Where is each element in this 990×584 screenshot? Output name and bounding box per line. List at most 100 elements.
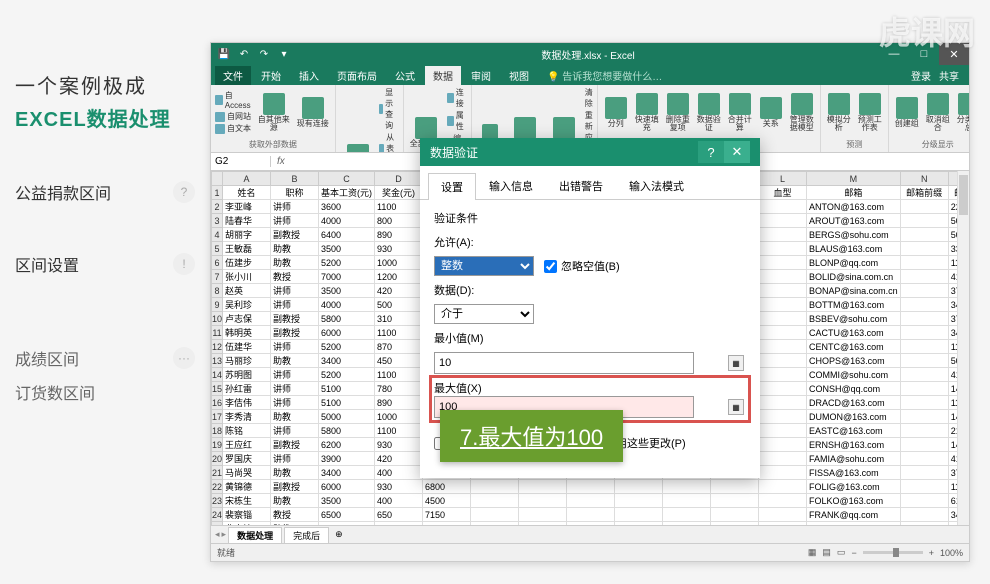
cell[interactable]	[759, 284, 807, 298]
dialog-tab-input[interactable]: 输入信息	[476, 172, 546, 199]
row-header[interactable]: 16	[212, 396, 223, 410]
cell[interactable]: 基本工资(元)	[319, 186, 375, 200]
cell[interactable]	[900, 228, 948, 242]
cell[interactable]	[759, 396, 807, 410]
cell[interactable]	[900, 522, 948, 526]
cell[interactable]	[900, 382, 948, 396]
cell[interactable]	[519, 522, 567, 526]
cell[interactable]: 780	[375, 382, 423, 396]
ribbon-remove-dup[interactable]: 删除重复项	[664, 87, 692, 137]
cell[interactable]	[615, 522, 663, 526]
row-header[interactable]: 8	[212, 284, 223, 298]
max-range-picker-icon[interactable]: ▦	[728, 399, 744, 415]
row-header[interactable]: 14	[212, 368, 223, 382]
cell[interactable]	[900, 214, 948, 228]
cell[interactable]: CHOPS@163.com	[807, 354, 901, 368]
cell[interactable]	[519, 480, 567, 494]
cell[interactable]: EASTC@163.com	[807, 424, 901, 438]
cell[interactable]	[759, 340, 807, 354]
ribbon-existing-conn[interactable]: 现有连接	[295, 87, 331, 137]
cell[interactable]: 310	[375, 312, 423, 326]
cell[interactable]: 姓名	[223, 186, 271, 200]
cell[interactable]: FAMIA@sohu.com	[807, 452, 901, 466]
cell[interactable]: 助教	[271, 466, 319, 480]
zoom-percent[interactable]: 100%	[940, 548, 963, 558]
cell[interactable]: 陆春华	[223, 214, 271, 228]
dialog-close-button[interactable]: ✕	[724, 141, 750, 163]
view-break-icon[interactable]: ▭	[837, 547, 846, 558]
cell[interactable]: 650	[375, 508, 423, 522]
cell[interactable]: 伍建步	[223, 256, 271, 270]
cell[interactable]: 讲师	[271, 298, 319, 312]
cell[interactable]: COMMI@sohu.com	[807, 368, 901, 382]
cell[interactable]: BERGS@sohu.com	[807, 228, 901, 242]
cell[interactable]: 1200	[375, 270, 423, 284]
dialog-titlebar[interactable]: 数据验证 ? ✕	[420, 138, 760, 166]
sheet-tab-2[interactable]: 完成后	[284, 527, 329, 543]
dialog-tab-error[interactable]: 出错警告	[546, 172, 616, 199]
cell[interactable]	[663, 522, 711, 526]
cell[interactable]: ERNSH@163.com	[807, 438, 901, 452]
cell[interactable]: 1100	[375, 368, 423, 382]
cell[interactable]: 孙红雷	[223, 382, 271, 396]
cell[interactable]: 卢志保	[223, 312, 271, 326]
col-header[interactable]: L	[759, 172, 807, 186]
cell[interactable]	[759, 494, 807, 508]
cell[interactable]: 400	[375, 466, 423, 480]
row-header[interactable]: 24	[212, 508, 223, 522]
cell[interactable]	[615, 494, 663, 508]
cell[interactable]: 3600	[319, 200, 375, 214]
cell[interactable]	[471, 480, 519, 494]
cell[interactable]: 助教	[271, 494, 319, 508]
qat-more-icon[interactable]: ▾	[277, 47, 291, 61]
cell[interactable]: 陈铭	[223, 424, 271, 438]
left-item-order[interactable]: 订货数区间	[15, 380, 195, 404]
cell[interactable]	[759, 242, 807, 256]
cell[interactable]: FISSA@163.com	[807, 466, 901, 480]
allow-select[interactable]: 整数	[434, 256, 534, 276]
ribbon-properties[interactable]: 属性	[447, 110, 467, 132]
cell[interactable]: 李秀清	[223, 410, 271, 424]
cell[interactable]: 讲师	[271, 284, 319, 298]
row-header[interactable]: 10	[212, 312, 223, 326]
cell[interactable]: 韩明英	[223, 326, 271, 340]
cell[interactable]	[900, 396, 948, 410]
cell[interactable]: 助教	[271, 354, 319, 368]
cell[interactable]: 副教授	[271, 312, 319, 326]
left-item-score[interactable]: 成绩区间 ···	[15, 346, 195, 370]
cell[interactable]: 宋栋生	[223, 494, 271, 508]
cell[interactable]	[900, 298, 948, 312]
ribbon-data-model[interactable]: 管理数据模型	[788, 87, 816, 137]
row-header[interactable]: 15	[212, 382, 223, 396]
cell[interactable]: BOTTM@163.com	[807, 298, 901, 312]
cell[interactable]: 420	[375, 284, 423, 298]
cell[interactable]: FRANK@qq.com	[807, 508, 901, 522]
cell[interactable]	[759, 312, 807, 326]
cell[interactable]: 4500	[423, 494, 471, 508]
cell[interactable]	[759, 270, 807, 284]
row-header[interactable]: 7	[212, 270, 223, 284]
cell[interactable]: 1100	[375, 326, 423, 340]
cell[interactable]: 讲师	[271, 368, 319, 382]
view-layout-icon[interactable]: ▤	[822, 547, 831, 558]
cell[interactable]: BLAUS@163.com	[807, 242, 901, 256]
cell[interactable]	[900, 494, 948, 508]
cell[interactable]	[759, 200, 807, 214]
cell[interactable]: 马尚哭	[223, 466, 271, 480]
row-header[interactable]: 6	[212, 256, 223, 270]
menu-insert[interactable]: 插入	[291, 66, 327, 85]
cell[interactable]: CENTC@163.com	[807, 340, 901, 354]
menu-data[interactable]: 数据	[425, 66, 461, 85]
cell[interactable]: 3400	[319, 354, 375, 368]
row-header[interactable]: 3	[212, 214, 223, 228]
menu-pagelayout[interactable]: 页面布局	[329, 66, 385, 85]
cell[interactable]: 4000	[319, 214, 375, 228]
cell[interactable]: 1100	[375, 200, 423, 214]
ribbon-forecast[interactable]: 预测工作表	[856, 87, 884, 137]
cell[interactable]: 6500	[319, 508, 375, 522]
cell[interactable]: 职称	[271, 186, 319, 200]
cell[interactable]	[900, 340, 948, 354]
cell[interactable]: 讲师	[271, 200, 319, 214]
col-header[interactable]: D	[375, 172, 423, 186]
cell[interactable]	[759, 452, 807, 466]
